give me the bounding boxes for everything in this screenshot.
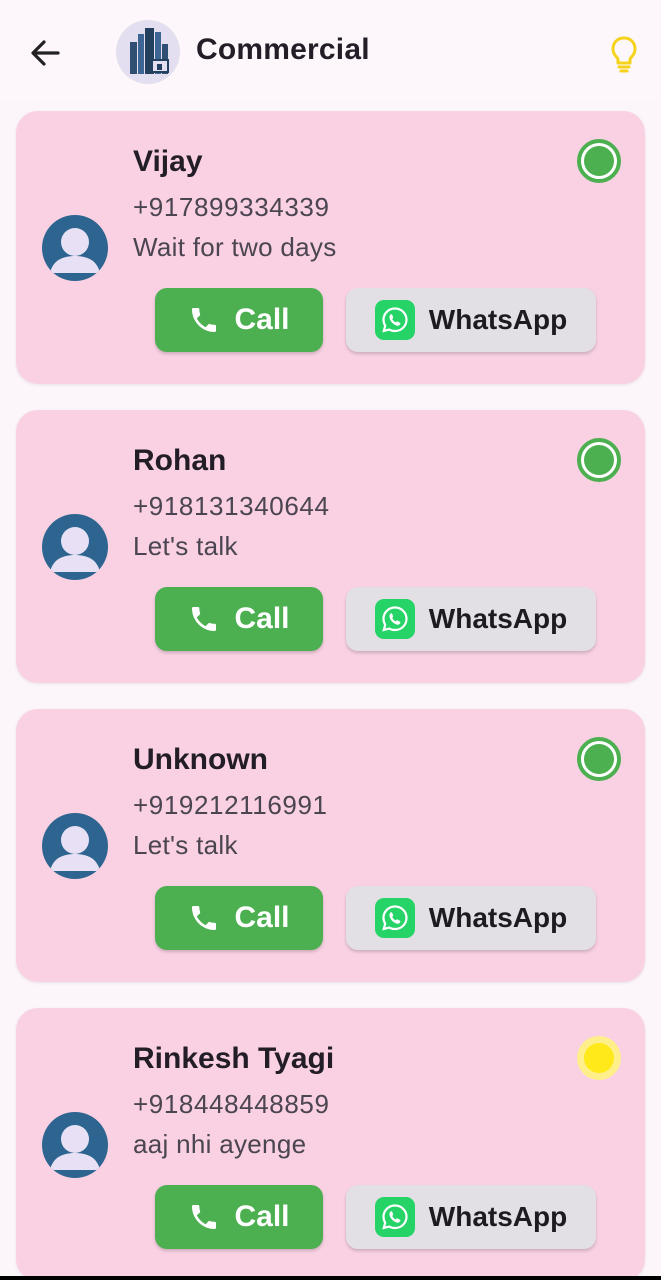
- contact-phone: +919212116991: [133, 790, 328, 820]
- contact-card: Unknown +919212116991 Let's talk Call Wh…: [16, 709, 645, 982]
- whatsapp-button-label: WhatsApp: [428, 902, 568, 933]
- avatar: [42, 215, 108, 281]
- status-indicator-green[interactable]: [577, 139, 621, 183]
- whatsapp-button-label: WhatsApp: [428, 1201, 568, 1232]
- call-button-label: Call: [234, 303, 290, 336]
- contact-name: Rinkesh Tyagi: [133, 1042, 335, 1075]
- phone-icon: [192, 1205, 217, 1229]
- contact-note: aaj nhi ayenge: [133, 1129, 307, 1159]
- phone-icon: [192, 607, 217, 631]
- bottom-edge: [0, 1276, 661, 1280]
- person-icon: [50, 527, 100, 572]
- contact-phone: +918131340644: [133, 491, 330, 521]
- contact-note: Wait for two days: [133, 232, 337, 262]
- top-app-bar: Commercial: [0, 0, 661, 100]
- call-button[interactable]: Call: [155, 886, 323, 950]
- phone-icon: [192, 906, 217, 930]
- contact-name: Vijay: [133, 145, 203, 178]
- call-button[interactable]: Call: [155, 1185, 323, 1249]
- whatsapp-button[interactable]: WhatsApp: [346, 587, 596, 651]
- whatsapp-button[interactable]: WhatsApp: [346, 886, 596, 950]
- app: Commercial Vijay +917899334339 Wait for …: [0, 0, 661, 1280]
- person-icon: [50, 228, 100, 273]
- person-icon: [50, 826, 100, 871]
- contact-card: Rohan +918131340644 Let's talk Call What…: [16, 410, 645, 683]
- back-button[interactable]: [26, 36, 64, 70]
- whatsapp-button[interactable]: WhatsApp: [346, 288, 596, 352]
- contact-card: Rinkesh Tyagi +918448448859 aaj nhi ayen…: [16, 1008, 645, 1280]
- person-icon: [50, 1125, 100, 1170]
- contact-phone: +918448448859: [133, 1089, 330, 1119]
- whatsapp-icon: [374, 898, 415, 938]
- call-button-label: Call: [234, 901, 290, 934]
- contact-phone: +917899334339: [133, 192, 330, 222]
- whatsapp-icon: [374, 599, 415, 639]
- call-button[interactable]: Call: [155, 587, 323, 651]
- page-title: Commercial: [196, 33, 370, 66]
- avatar: [42, 514, 108, 580]
- status-indicator-green[interactable]: [577, 438, 621, 482]
- whatsapp-icon: [374, 1197, 415, 1237]
- call-button[interactable]: Call: [155, 288, 323, 352]
- whatsapp-icon: [374, 300, 415, 340]
- arrow-left-icon: [31, 40, 60, 66]
- whatsapp-button-label: WhatsApp: [428, 603, 568, 634]
- avatar: [42, 813, 108, 879]
- contact-note: Let's talk: [133, 531, 238, 561]
- call-button-label: Call: [234, 1200, 290, 1233]
- contact-card: Vijay +917899334339 Wait for two days Ca…: [16, 111, 645, 384]
- contact-name: Unknown: [133, 743, 268, 776]
- lightbulb-icon: [611, 36, 637, 73]
- phone-icon: [192, 308, 217, 332]
- building-logo: [116, 20, 180, 84]
- call-button-label: Call: [234, 602, 290, 635]
- whatsapp-button-label: WhatsApp: [428, 304, 568, 335]
- whatsapp-button[interactable]: WhatsApp: [346, 1185, 596, 1249]
- status-indicator-green[interactable]: [577, 737, 621, 781]
- contact-name: Rohan: [133, 444, 227, 477]
- lightbulb-button[interactable]: [604, 34, 644, 74]
- avatar: [42, 1112, 108, 1178]
- contact-note: Let's talk: [133, 830, 238, 860]
- status-indicator-yellow[interactable]: [577, 1036, 621, 1080]
